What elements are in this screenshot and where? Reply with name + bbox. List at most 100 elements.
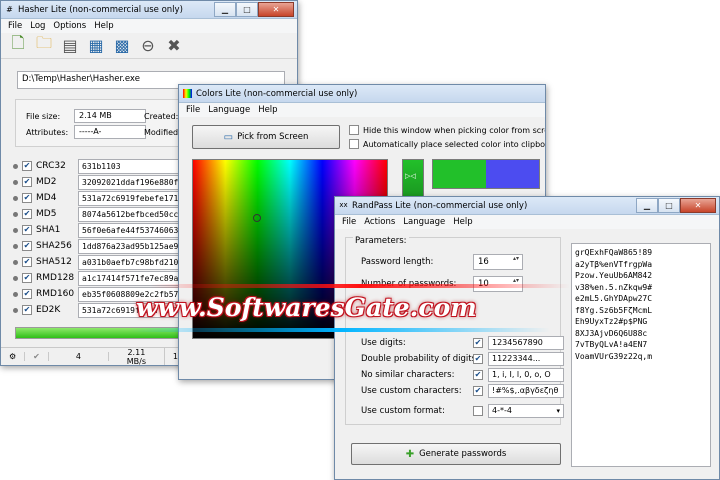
use-digits-value[interactable]: 1234567890 — [488, 336, 564, 350]
hash-value[interactable]: 631b1103 — [78, 158, 188, 174]
maximize-button[interactable]: □ — [236, 2, 258, 17]
password-length-spinner[interactable]: 16 — [473, 254, 523, 270]
generate-passwords-button[interactable]: ✚ Generate passwords — [351, 443, 561, 465]
menu-help[interactable]: Help — [254, 105, 281, 115]
menu-file[interactable]: File — [338, 217, 360, 227]
custom-format-checkbox[interactable] — [473, 406, 483, 416]
bullet-icon — [13, 211, 18, 217]
menu-file[interactable]: File — [182, 105, 204, 115]
bullet-icon — [13, 163, 18, 169]
hash-value[interactable]: 56f0e6afe44f53746063 — [78, 222, 188, 238]
randpass-titlebar[interactable]: xx RandPass Lite (non-commercial use onl… — [335, 197, 719, 215]
hash-value[interactable]: a031b0aefb7c98bfd210 — [78, 254, 188, 270]
hash-name: CRC32 — [36, 161, 66, 171]
auto-clipboard-option[interactable]: Automatically place selected color into … — [349, 139, 546, 149]
maximize-button[interactable]: □ — [658, 198, 680, 213]
menu-actions[interactable]: Actions — [360, 217, 399, 227]
custom-characters-checkbox[interactable]: ✔ — [473, 386, 483, 396]
hash-value[interactable]: 1dd876a23ad95b125ae9 — [78, 238, 188, 254]
rainbow-app-icon — [183, 89, 192, 98]
monitor-icon: ▭ — [223, 131, 234, 143]
hash-checkbox[interactable]: ✔ — [22, 161, 32, 171]
hash-name: MD2 — [36, 177, 57, 187]
hash-value[interactable]: 531a72c6919febefe171 — [78, 302, 188, 318]
delete-x-icon[interactable]: ✖ — [163, 35, 185, 57]
hash-checkbox[interactable]: ✔ — [22, 225, 32, 235]
open-folder-icon[interactable]: 🗀 — [33, 33, 55, 57]
hash-value[interactable]: 32092021ddaf196e880f — [78, 174, 188, 190]
use-digits-row: ✔ 1234567890 — [473, 336, 564, 350]
double-digits-value[interactable]: 11223344... — [488, 352, 564, 366]
colors-titlebar[interactable]: Colors Lite (non-commercial use only) — [179, 85, 545, 103]
hash-value[interactable]: 531a72c6919febefe171 — [78, 190, 188, 206]
bullet-icon — [13, 195, 18, 201]
no-similar-checkbox[interactable]: ✔ — [473, 370, 483, 380]
menu-help[interactable]: Help — [449, 217, 476, 227]
no-similar-value[interactable]: 1, i, I, l, 0, o, O — [488, 368, 564, 382]
menu-options[interactable]: Options — [49, 21, 90, 31]
close-button[interactable]: ✕ — [258, 2, 294, 17]
double-digits-checkbox[interactable]: ✔ — [473, 354, 483, 364]
custom-format-dropdown[interactable]: 4-*-4 ▾ — [488, 404, 564, 418]
password-line: VoamVUrG39z22q,m — [575, 351, 653, 361]
menu-file[interactable]: File — [4, 21, 26, 31]
hash-name: RMD160 — [36, 289, 75, 299]
hash-checkbox[interactable]: ✔ — [22, 177, 32, 187]
use-digits-checkbox[interactable]: ✔ — [473, 338, 483, 348]
hash-checkbox[interactable]: ✔ — [22, 305, 32, 315]
pick-from-screen-button[interactable]: ▭ Pick from Screen — [192, 125, 340, 149]
minimize-button[interactable]: ▁ — [214, 2, 236, 17]
minimize-button[interactable]: ▁ — [636, 198, 658, 213]
password-line: Eh9UyxTz2#p$PNG — [575, 317, 648, 326]
hash-checkbox[interactable]: ✔ — [22, 289, 32, 299]
bullet-icon — [13, 307, 18, 313]
hash-row-md2: ✔ MD2 32092021ddaf196e880f — [13, 174, 188, 190]
custom-characters-value[interactable]: !#%$,.αβγδεζηθ — [488, 384, 564, 398]
generate-button-label: Generate passwords — [419, 449, 507, 459]
menu-log[interactable]: Log — [26, 21, 49, 31]
password-length-label: Password length: — [361, 257, 434, 267]
menu-language[interactable]: Language — [399, 217, 449, 227]
password-line: e2mL5.GhYDApw27C — [575, 294, 653, 303]
hasher-titlebar[interactable]: # Hasher Lite (non-commercial use only) … — [1, 1, 297, 19]
bullet-icon — [13, 243, 18, 249]
double-digits-row: ✔ 11223344... — [473, 352, 564, 366]
key-app-icon: xx — [339, 201, 348, 209]
hash-value[interactable]: eb35f0608809e2c2fb57 — [78, 286, 188, 302]
no-similar-row: ✔ 1, i, I, l, 0, o, O — [473, 368, 564, 382]
bullet-icon — [13, 275, 18, 281]
close-button[interactable]: ✕ — [680, 198, 716, 213]
save-table-icon[interactable]: ▩ — [111, 35, 133, 57]
menu-language[interactable]: Language — [204, 105, 254, 115]
hash-checkbox[interactable]: ✔ — [22, 273, 32, 283]
table-icon[interactable]: ▦ — [85, 35, 107, 57]
password-line: grQExhFQaW865!89 — [575, 248, 653, 257]
hash-value[interactable]: 8074a5612befbced50cc — [78, 206, 188, 222]
hide-window-checkbox[interactable] — [349, 125, 359, 135]
colors-window-title: Colors Lite (non-commercial use only) — [196, 88, 358, 99]
previous-color-swatch — [486, 160, 539, 188]
no-similar-label: No similar characters: — [361, 370, 455, 380]
hide-window-option[interactable]: Hide this window when picking color from… — [349, 125, 545, 135]
file-size-value: 2.14 MB — [74, 109, 146, 123]
watermark-streak-blue — [130, 328, 550, 332]
password-line: f8Yg.Sz6b5FζMcmL — [575, 305, 653, 315]
hash-checkbox[interactable]: ✔ — [22, 257, 32, 267]
hash-checkbox[interactable]: ✔ — [22, 241, 32, 251]
document-list-icon[interactable]: ▤ — [59, 35, 81, 57]
new-file-icon[interactable]: 🗋 — [7, 33, 29, 57]
hash-row-sha512: ✔ SHA512 a031b0aefb7c98bfd210 — [13, 254, 188, 270]
auto-clipboard-checkbox[interactable] — [349, 139, 359, 149]
slider-arrows-icon[interactable]: ▷◁ — [405, 172, 416, 180]
settings-gear-icon[interactable]: ⚙ — [1, 352, 26, 361]
hash-checkbox[interactable]: ✔ — [22, 209, 32, 219]
hash-checkbox[interactable]: ✔ — [22, 193, 32, 203]
created-label: Created: — [144, 112, 179, 121]
remove-file-icon[interactable]: ⊖ — [137, 35, 159, 57]
color-picker-cursor[interactable] — [253, 214, 261, 222]
auto-clipboard-label: Automatically place selected color into … — [363, 139, 546, 149]
randpass-window[interactable]: xx RandPass Lite (non-commercial use onl… — [334, 196, 720, 480]
passwords-output[interactable]: grQExhFQaW865!89 a2yTβ%enVTfrgpWa Pzow.Y… — [571, 243, 711, 467]
custom-characters-label: Use custom characters: — [361, 386, 462, 396]
menu-help[interactable]: Help — [90, 21, 117, 31]
